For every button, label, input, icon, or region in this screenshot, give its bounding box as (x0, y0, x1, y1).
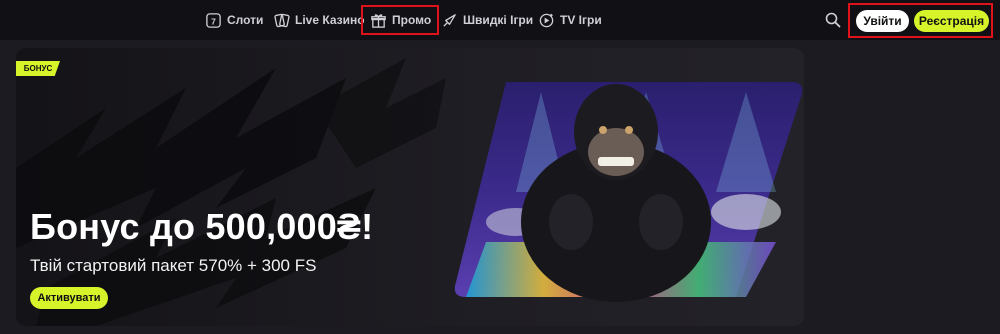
search-icon[interactable] (824, 11, 842, 29)
tv-games-icon (537, 11, 555, 29)
nav-item-slots[interactable]: 7 Слоти (204, 7, 263, 33)
promo-banner[interactable]: БОНУС Бонус до 500,000₴! Твій стартовий … (16, 48, 804, 326)
playing-cards-icon (272, 11, 290, 29)
rocket-icon (440, 11, 458, 29)
activate-button[interactable]: Активувати (30, 287, 108, 309)
slot-machine-icon: 7 (204, 11, 222, 29)
auth-buttons-group: Увійти Реєстрація (848, 3, 993, 38)
banner-subtitle: Твій стартовий пакет 570% + 300 FS (30, 256, 317, 275)
top-navigation-bar: 7 Слоти Live Казино Промо Швидкі Ігри TV… (0, 0, 1000, 40)
nav-item-label: Live Казино (295, 13, 365, 27)
nav-item-label: TV Ігри (560, 13, 602, 27)
nav-item-label: Промо (392, 13, 432, 27)
nav-item-tv-games[interactable]: TV Ігри (537, 7, 602, 33)
nav-item-promo[interactable]: Промо (360, 5, 440, 35)
nav-item-label: Швидкі Ігри (463, 13, 534, 27)
svg-text:7: 7 (211, 16, 216, 26)
gift-icon (369, 11, 387, 29)
nav-item-label: Слоти (227, 13, 264, 27)
bonus-badge: БОНУС (16, 61, 60, 76)
nav-item-fast-games[interactable]: Швидкі Ігри (440, 7, 533, 33)
nav-item-live-casino[interactable]: Live Казино (272, 7, 365, 33)
login-button[interactable]: Увійти (856, 10, 909, 32)
register-button[interactable]: Реєстрація (914, 10, 989, 32)
gorilla-promo-image (454, 82, 803, 302)
banner-title: Бонус до 500,000₴! (30, 206, 374, 247)
